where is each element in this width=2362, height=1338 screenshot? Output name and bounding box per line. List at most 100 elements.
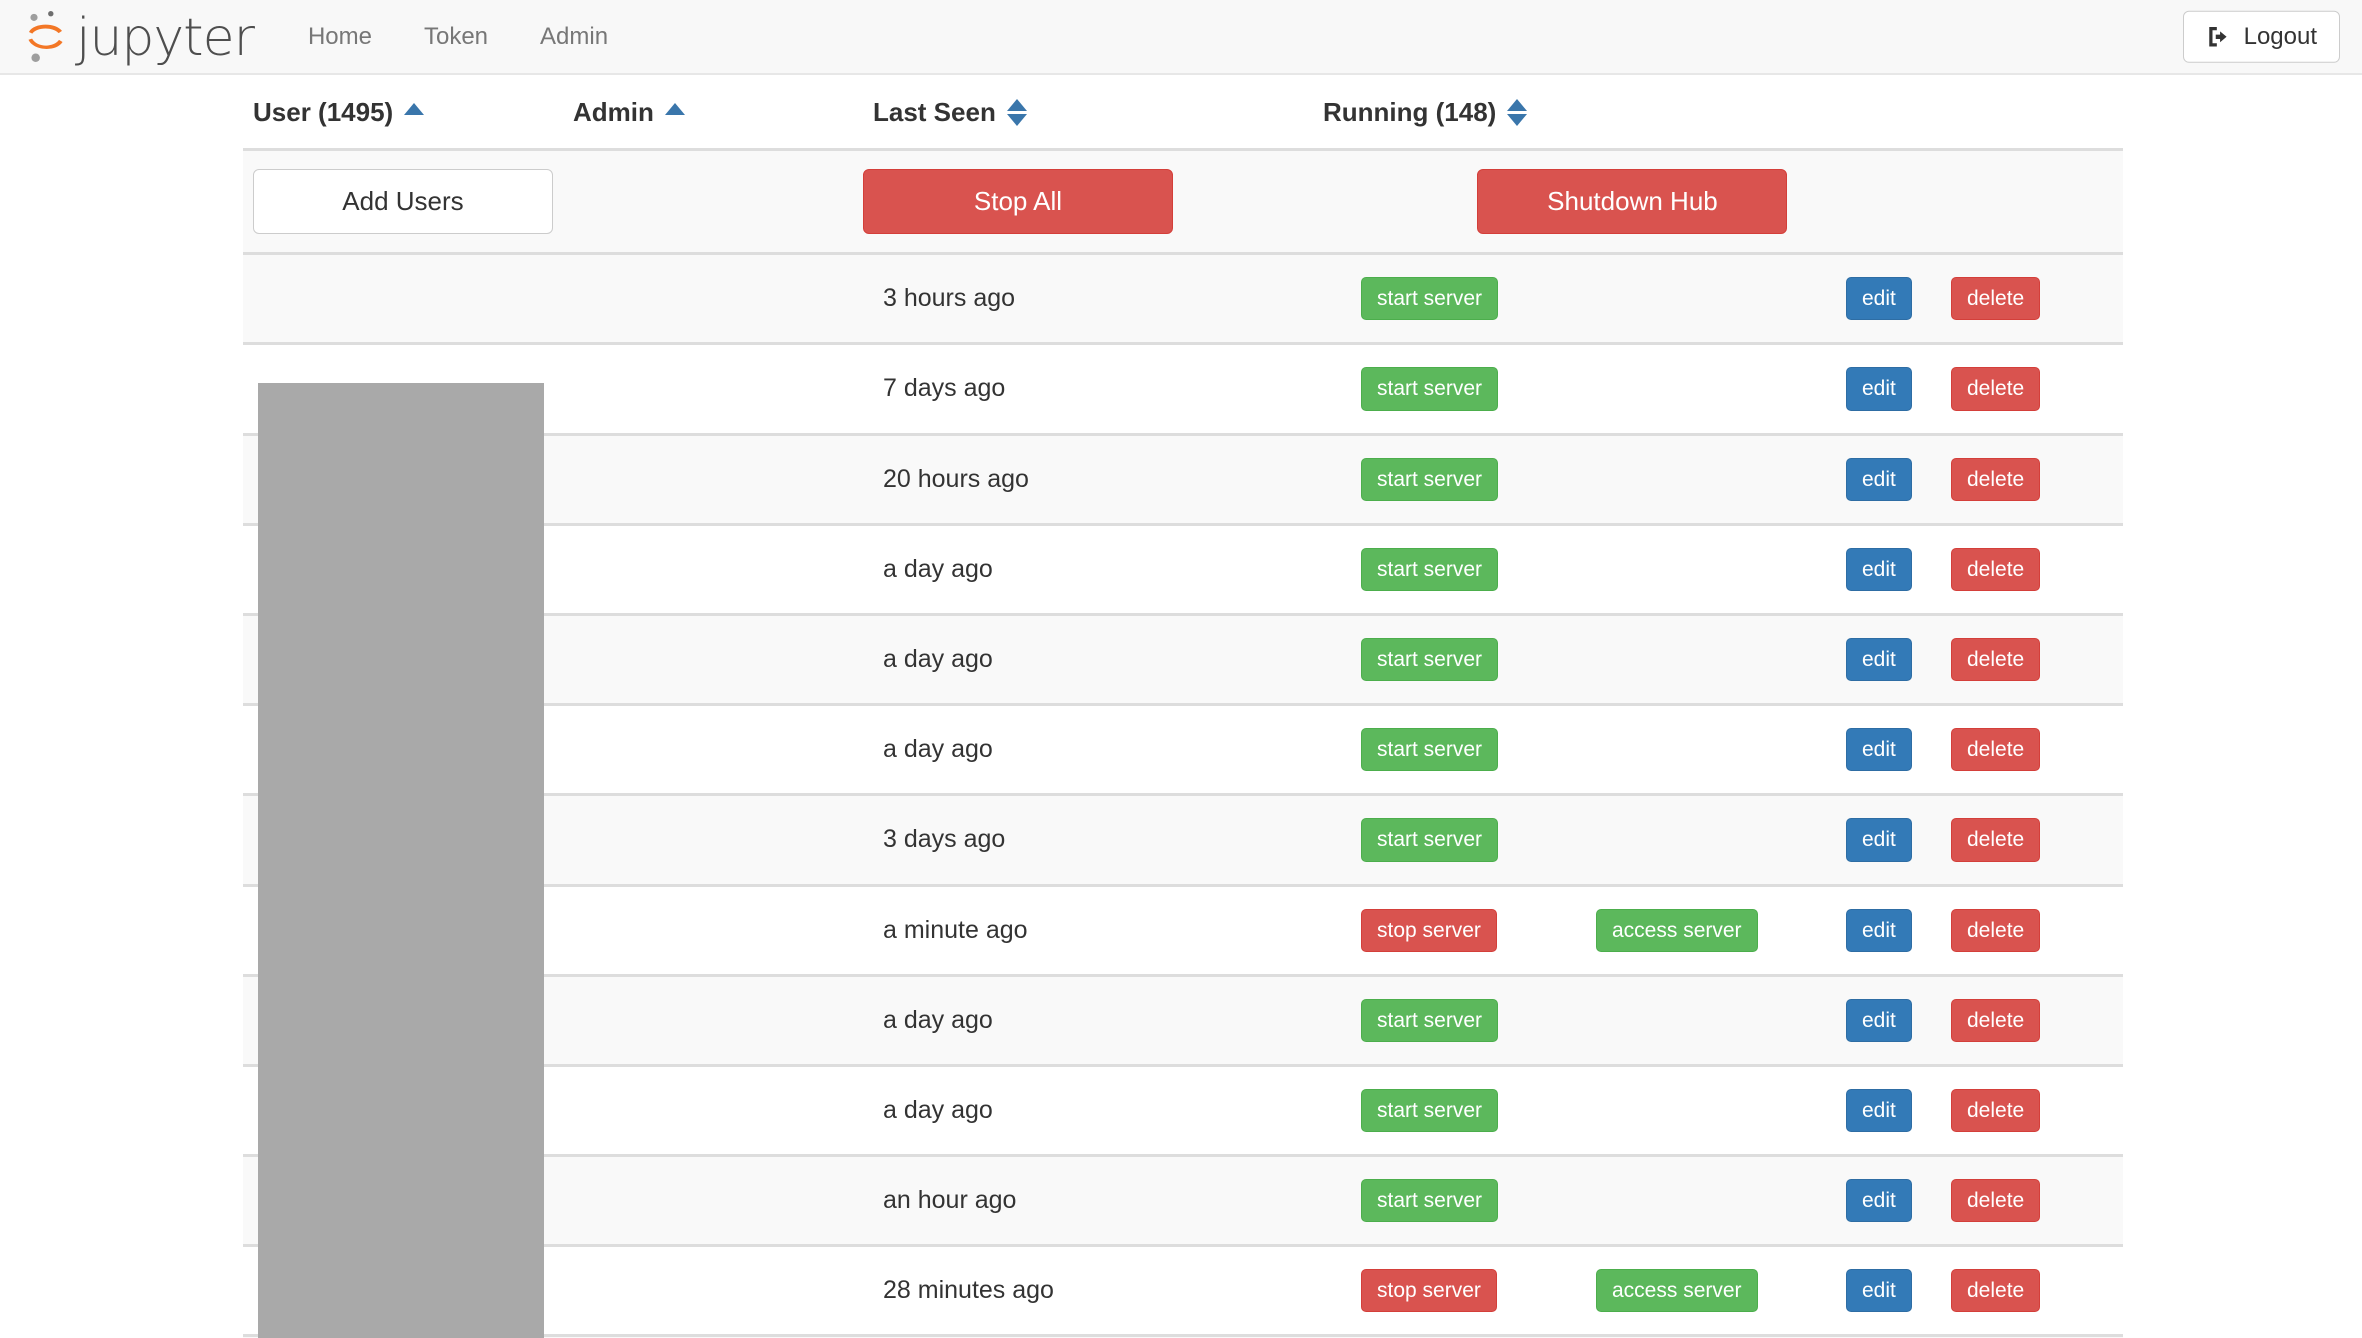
- start-server-button-slot: start server: [1323, 818, 1568, 862]
- cell-actions: start server edit delete: [1313, 1154, 2123, 1246]
- delete-user-button[interactable]: delete: [1951, 818, 2041, 862]
- start-server-button[interactable]: start server: [1361, 367, 1499, 411]
- cell-last-seen: 3 days ago: [863, 793, 1313, 885]
- cell-admin: [563, 342, 863, 435]
- cell-actions: start server edit delete: [1313, 973, 2123, 1066]
- edit-user-button-slot: edit: [1846, 998, 1951, 1042]
- edit-user-button[interactable]: edit: [1846, 457, 1912, 501]
- delete-user-button[interactable]: delete: [1951, 457, 2041, 501]
- cell-last-seen: a day ago: [863, 973, 1313, 1066]
- jupyter-logo-icon: [22, 9, 74, 65]
- start-server-button-slot: start server: [1323, 998, 1568, 1042]
- cell-actions: start server edit delete: [1313, 1063, 2123, 1156]
- stop-all-button[interactable]: Stop All: [863, 169, 1173, 235]
- delete-user-button-slot: delete: [1951, 547, 2071, 591]
- edit-user-button-slot: edit: [1846, 728, 1951, 772]
- cell-actions: stop server access server edit delete: [1313, 883, 2123, 976]
- delete-user-button[interactable]: delete: [1951, 1088, 2041, 1133]
- edit-user-button-slot: edit: [1846, 1179, 1951, 1223]
- table-row: 3 hours ago start server edit delete: [243, 252, 2123, 344]
- start-server-button-slot: start server: [1323, 1179, 1568, 1223]
- start-server-button-slot: start server: [1323, 277, 1568, 321]
- toolbar-cell-spacer: [563, 147, 863, 256]
- toolbar-cell-add-users: Add Users: [243, 147, 563, 256]
- edit-user-button-slot: edit: [1846, 547, 1951, 591]
- edit-user-button[interactable]: edit: [1846, 818, 1912, 862]
- sort-both-icon[interactable]: [1006, 99, 1027, 126]
- delete-user-button[interactable]: delete: [1951, 908, 2041, 952]
- jupyter-brand-link[interactable]: jupyter: [22, 0, 260, 74]
- edit-user-button[interactable]: edit: [1846, 367, 1912, 411]
- access-server-button[interactable]: access server: [1596, 1269, 1758, 1313]
- start-server-button[interactable]: start server: [1361, 998, 1499, 1042]
- start-server-button-slot: start server: [1323, 1088, 1568, 1133]
- start-server-button[interactable]: start server: [1361, 1088, 1499, 1133]
- start-server-button-slot: start server: [1323, 367, 1568, 411]
- column-header-running[interactable]: Running (148): [1313, 75, 2123, 150]
- start-server-button[interactable]: start server: [1361, 547, 1499, 591]
- add-users-button[interactable]: Add Users: [253, 169, 553, 235]
- top-navbar: jupyter Home Token Admin Logout: [0, 0, 2362, 75]
- edit-user-button[interactable]: edit: [1846, 728, 1912, 772]
- delete-user-button[interactable]: delete: [1951, 277, 2041, 321]
- delete-user-button-slot: delete: [1951, 1088, 2071, 1133]
- delete-user-button[interactable]: delete: [1951, 547, 2041, 591]
- start-server-button[interactable]: start server: [1361, 457, 1499, 501]
- nav-links: Home Token Admin: [282, 0, 634, 74]
- edit-user-button[interactable]: edit: [1846, 1088, 1912, 1133]
- delete-user-button-slot: delete: [1951, 367, 2071, 411]
- start-server-button[interactable]: start server: [1361, 637, 1499, 682]
- delete-user-button[interactable]: delete: [1951, 1179, 2041, 1223]
- delete-user-button[interactable]: delete: [1951, 1269, 2041, 1313]
- cell-actions: start server edit delete: [1313, 793, 2123, 885]
- cell-last-seen: a minute ago: [863, 883, 1313, 976]
- edit-user-button[interactable]: edit: [1846, 637, 1912, 682]
- column-header-admin[interactable]: Admin: [563, 75, 863, 150]
- edit-user-button[interactable]: edit: [1846, 908, 1912, 952]
- delete-user-button[interactable]: delete: [1951, 637, 2041, 682]
- toolbar-cell-shutdown-hub: Shutdown Hub: [1313, 147, 2123, 256]
- sort-both-icon[interactable]: [1507, 99, 1528, 126]
- start-server-button[interactable]: start server: [1361, 1179, 1499, 1223]
- nav-link-token[interactable]: Token: [398, 0, 514, 74]
- table-toolbar-row: Add Users Stop All Shutdown Hub: [243, 147, 2123, 256]
- cell-admin: [563, 612, 863, 705]
- delete-user-button[interactable]: delete: [1951, 367, 2041, 411]
- sort-asc-icon[interactable]: [404, 102, 425, 115]
- column-header-last-seen[interactable]: Last Seen: [863, 75, 1313, 150]
- edit-user-button-slot: edit: [1846, 367, 1951, 411]
- cell-actions: start server edit delete: [1313, 612, 2123, 705]
- edit-user-button-slot: edit: [1846, 818, 1951, 862]
- delete-user-button-slot: delete: [1951, 998, 2071, 1042]
- access-server-button[interactable]: access server: [1596, 908, 1758, 952]
- cell-admin: [563, 973, 863, 1066]
- start-server-button[interactable]: start server: [1361, 728, 1499, 772]
- edit-user-button[interactable]: edit: [1846, 547, 1912, 591]
- sign-out-icon: [2206, 23, 2232, 49]
- column-header-user[interactable]: User (1495): [243, 75, 563, 150]
- logout-button[interactable]: Logout: [2182, 10, 2340, 63]
- nav-link-home[interactable]: Home: [282, 0, 398, 74]
- cell-last-seen: a day ago: [863, 612, 1313, 705]
- delete-user-button[interactable]: delete: [1951, 728, 2041, 772]
- cell-last-seen: 20 hours ago: [863, 432, 1313, 525]
- delete-user-button-slot: delete: [1951, 908, 2071, 952]
- nav-link-admin[interactable]: Admin: [514, 0, 634, 74]
- edit-user-button[interactable]: edit: [1846, 1179, 1912, 1223]
- sort-asc-icon[interactable]: [664, 102, 685, 115]
- cell-last-seen: 7 days ago: [863, 342, 1313, 435]
- start-server-button-slot: start server: [1323, 547, 1568, 591]
- delete-user-button-slot: delete: [1951, 277, 2071, 321]
- delete-user-button[interactable]: delete: [1951, 998, 2041, 1042]
- start-server-button[interactable]: start server: [1361, 277, 1499, 321]
- access-server-button-slot: access server: [1568, 908, 1846, 952]
- edit-user-button[interactable]: edit: [1846, 1269, 1912, 1313]
- edit-user-button[interactable]: edit: [1846, 998, 1912, 1042]
- edit-user-button[interactable]: edit: [1846, 277, 1912, 321]
- edit-user-button-slot: edit: [1846, 457, 1951, 501]
- username-redaction-overlay: [258, 383, 544, 1338]
- start-server-button[interactable]: start server: [1361, 818, 1499, 862]
- stop-server-button[interactable]: stop server: [1361, 908, 1497, 952]
- shutdown-hub-button[interactable]: Shutdown Hub: [1477, 169, 1788, 235]
- stop-server-button[interactable]: stop server: [1361, 1269, 1497, 1313]
